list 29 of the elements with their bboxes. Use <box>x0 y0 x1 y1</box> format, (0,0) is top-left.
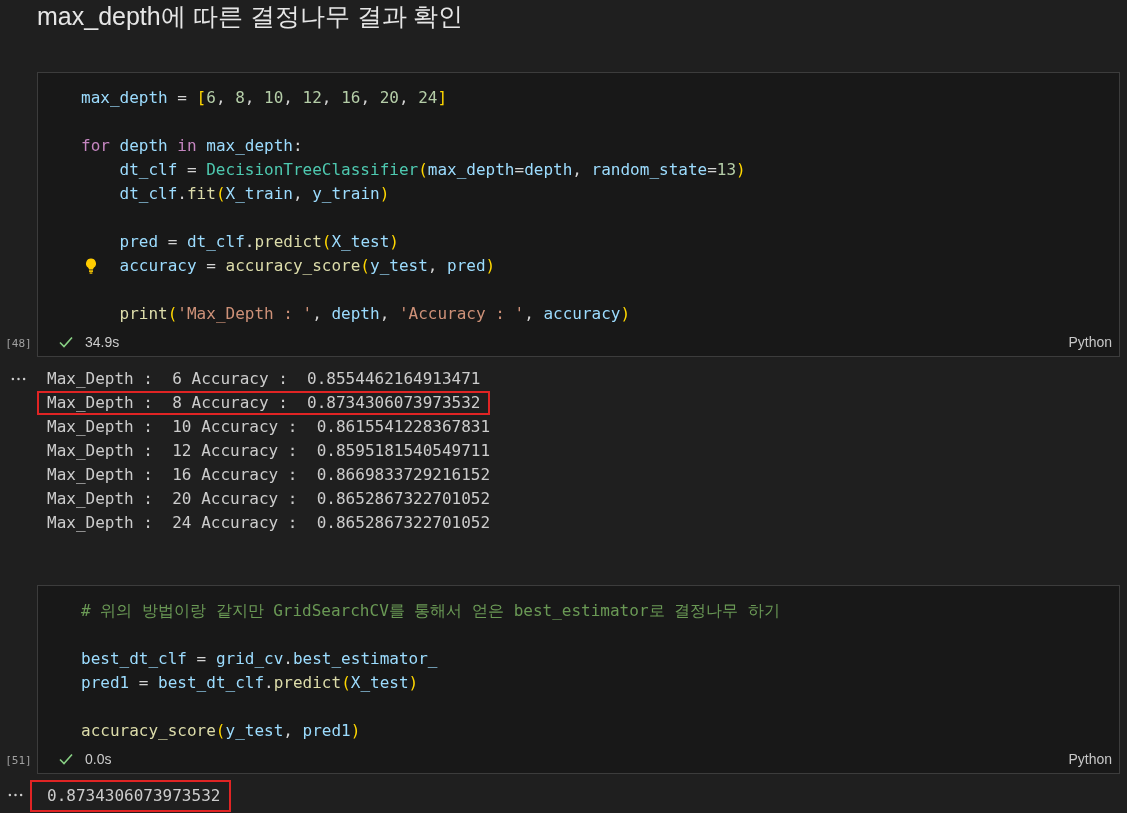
language-label[interactable]: Python <box>1068 751 1112 767</box>
code-line: best_dt_clf = grid_cv.best_estimator_ <box>81 648 438 670</box>
output-line: Max_Depth : 20 Accuracy : 0.8652867322701052 <box>46 488 492 510</box>
code-line: dt_clf.fit(X_train, y_train) <box>118 183 390 205</box>
code-line: pred1 = best_dt_clf.predict(X_test) <box>81 672 419 694</box>
code-line: max_depth = [6, 8, 10, 12, 16, 20, 24] <box>81 87 448 109</box>
notebook-heading: max_depth에 따른 결정나무 결과 확인 <box>37 1 465 32</box>
output-line: Max_Depth : 6 Accuracy : 0.8554462164913471 <box>46 368 482 390</box>
output-line: Max_Depth : 16 Accuracy : 0.8669833729216152 <box>46 464 492 486</box>
more-icon[interactable] <box>7 793 23 797</box>
execution-time: 34.9s <box>85 334 120 350</box>
code-line: accuracy = accuracy_score(y_test, pred) <box>81 254 496 278</box>
execution-count: [51] <box>5 754 32 767</box>
code-line: accuracy_score(y_test, pred1) <box>81 720 361 742</box>
execution-time: 0.0s <box>85 751 112 767</box>
lightbulb-icon[interactable] <box>85 258 97 274</box>
code-line: # 위의 방법이랑 같지만 GridSearchCV를 통해서 얻은 best_estimator로 결정나무 하기 <box>81 600 780 622</box>
code-line: pred = dt_clf.predict(X_test) <box>118 231 399 253</box>
code-line: dt_clf = DecisionTreeClassifier(max_depth=depth, random_state=13) <box>118 159 746 181</box>
code-cell[interactable]: # 위의 방법이랑 같지만 GridSearchCV를 통해서 얻은 best_estimator로 결정나무 하기 best_dt_clf = grid_cv.best_estimator_ pred1 = best_dt_clf.predict(X_test) accuracy_score(y_test, pred1) 0.0s Python <box>37 585 1120 774</box>
more-icon[interactable] <box>11 377 26 381</box>
execution-count: [48] <box>5 337 32 350</box>
language-label[interactable]: Python <box>1068 334 1112 350</box>
output-line: Max_Depth : 10 Accuracy : 0.8615541228367831 <box>46 416 492 438</box>
code-line: print('Max_Depth : ', depth, 'Accuracy : ', accuracy) <box>118 303 631 325</box>
output-line: Max_Depth : 24 Accuracy : 0.8652867322701052 <box>46 512 492 534</box>
output-line: Max_Depth : 12 Accuracy : 0.8595181540549711 <box>46 440 492 462</box>
code-line: for depth in max_depth: <box>81 135 303 157</box>
code-cell[interactable] <box>37 72 1120 357</box>
